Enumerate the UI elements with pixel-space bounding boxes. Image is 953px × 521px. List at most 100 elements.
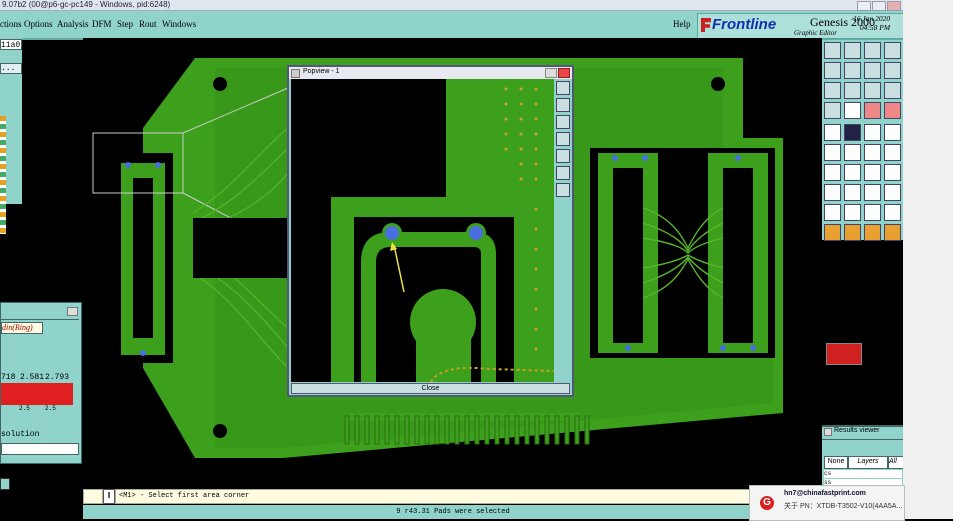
- tool-10-icon[interactable]: [844, 82, 861, 99]
- results-title: Results viewer: [834, 427, 880, 434]
- popview-canvas[interactable]: [291, 79, 554, 382]
- tool-5-icon[interactable]: [824, 62, 841, 79]
- tool-22-icon[interactable]: [844, 144, 861, 161]
- tool-6-icon[interactable]: [844, 62, 861, 79]
- date-time: 16 Jan 2020 04:58 PM: [853, 14, 890, 32]
- tool-12-icon[interactable]: [884, 82, 901, 99]
- tool-26-icon[interactable]: [844, 164, 861, 181]
- panel-divider: [1, 319, 79, 320]
- left-panel: 11a0 ...: [0, 38, 22, 234]
- checkbox-left[interactable]: [0, 478, 10, 490]
- frontline-mark-icon: [701, 18, 711, 32]
- tool-13-icon[interactable]: [824, 102, 841, 119]
- menu-options[interactable]: Options: [24, 19, 53, 29]
- message-text: 9 r43.31 Pads were selected: [396, 508, 510, 516]
- pv-tool-2-icon[interactable]: [556, 98, 570, 112]
- tool-21-icon[interactable]: [824, 144, 841, 161]
- layer-preview-icon: [826, 343, 862, 365]
- tool-15-icon[interactable]: [864, 102, 881, 119]
- layer-color-strip[interactable]: [0, 116, 6, 234]
- popview-minimize-button[interactable]: [545, 68, 557, 78]
- pv-tool-6-icon[interactable]: [556, 166, 570, 180]
- date-text: 16 Jan 2020: [853, 14, 891, 23]
- menu-windows[interactable]: Windows: [162, 19, 196, 29]
- tool-8-icon[interactable]: [884, 62, 901, 79]
- menu-analysis[interactable]: Analysis: [57, 19, 89, 29]
- results-tab-none[interactable]: None: [824, 456, 848, 469]
- tool-19-icon[interactable]: [864, 124, 881, 141]
- pv-move-icon[interactable]: [556, 183, 570, 197]
- menu-step[interactable]: Step: [117, 19, 133, 29]
- tool-14-icon[interactable]: [844, 102, 861, 119]
- right-slot-right: [723, 168, 753, 343]
- histogram-bar: [1, 383, 73, 405]
- results-tab-layers[interactable]: Layers: [848, 456, 888, 469]
- menu-actions[interactable]: ctions: [0, 19, 22, 29]
- tool-20-icon[interactable]: [884, 124, 901, 141]
- trace-gap: [193, 218, 288, 278]
- tool-31-icon[interactable]: [864, 184, 881, 201]
- pv-tool-3-icon[interactable]: [556, 115, 570, 129]
- status-field-left[interactable]: [83, 489, 103, 504]
- tool-38-icon[interactable]: [844, 224, 861, 241]
- tool-39-icon[interactable]: [864, 224, 881, 241]
- tool-36-icon[interactable]: [884, 204, 901, 221]
- tool-18-icon[interactable]: [844, 124, 861, 141]
- left-dots-button[interactable]: ...: [0, 63, 22, 74]
- tool-34-icon[interactable]: [844, 204, 861, 221]
- popview-close-x-button[interactable]: [558, 68, 570, 78]
- popview-close-button[interactable]: Close: [291, 383, 570, 394]
- tool-4-icon[interactable]: [884, 42, 901, 59]
- tool-23-icon[interactable]: [864, 144, 881, 161]
- tool-11-icon[interactable]: [864, 82, 881, 99]
- popview-toolbar: [556, 81, 570, 201]
- pause-icon[interactable]: ‖: [103, 489, 115, 504]
- pv-tool-4-icon[interactable]: [556, 132, 570, 146]
- tool-37-icon[interactable]: [824, 224, 841, 241]
- menu-rout[interactable]: Rout: [139, 19, 157, 29]
- tool-17-icon[interactable]: [824, 124, 841, 141]
- tool-24-icon[interactable]: [884, 144, 901, 161]
- panel-close-icon[interactable]: [67, 307, 78, 316]
- notification-toast[interactable]: G hn7@chinafastprint.com 关于 PN：XTDB-T350…: [749, 485, 905, 521]
- tool-3-icon[interactable]: [864, 42, 881, 59]
- tool-9-icon[interactable]: [824, 82, 841, 99]
- pv-tool-1-icon[interactable]: [556, 81, 570, 95]
- brand-name: Frontline: [712, 16, 777, 33]
- menu-dfm[interactable]: DFM: [92, 19, 112, 29]
- tool-16-icon[interactable]: [884, 102, 901, 119]
- popview-pad-base: [416, 339, 471, 382]
- close-window-button[interactable]: [887, 1, 901, 11]
- tool-32-icon[interactable]: [884, 184, 901, 201]
- tool-33-icon[interactable]: [824, 204, 841, 221]
- tool-1-icon[interactable]: [824, 42, 841, 59]
- value-3: 2.793: [45, 373, 70, 382]
- bar-label-3: 2.5: [45, 405, 56, 412]
- tool-40-icon[interactable]: [884, 224, 901, 241]
- tool-7-icon[interactable]: [864, 62, 881, 79]
- mount-hole-tr: [711, 77, 725, 91]
- tool-27-icon[interactable]: [864, 164, 881, 181]
- minimize-button[interactable]: [857, 1, 871, 11]
- bar-label-2: 2.5: [19, 405, 30, 412]
- value-2: 2.581: [20, 373, 45, 382]
- pv-tool-5-icon[interactable]: [556, 149, 570, 163]
- left-field[interactable]: 11a0: [0, 39, 22, 50]
- solution-field[interactable]: [1, 443, 79, 455]
- tool-25-icon[interactable]: [824, 164, 841, 181]
- menu-help[interactable]: Help: [673, 19, 691, 29]
- desktop-edge: [903, 0, 953, 519]
- tool-35-icon[interactable]: [864, 204, 881, 221]
- tool-30-icon[interactable]: [844, 184, 861, 201]
- tool-2-icon[interactable]: [844, 42, 861, 59]
- tool-palette: [822, 40, 903, 241]
- tool-29-icon[interactable]: [824, 184, 841, 201]
- tool-28-icon[interactable]: [884, 164, 901, 181]
- results-window-icon: [824, 428, 832, 436]
- left-connector-slot: [133, 178, 153, 338]
- measure-mode[interactable]: din(Ring): [1, 322, 43, 334]
- maximize-button[interactable]: [872, 1, 886, 11]
- results-row-1[interactable]: cs: [824, 470, 902, 478]
- prompt-bar: <M1> - Select first area corner: [115, 489, 824, 504]
- popview-window: Popview - 1 Close: [287, 65, 574, 397]
